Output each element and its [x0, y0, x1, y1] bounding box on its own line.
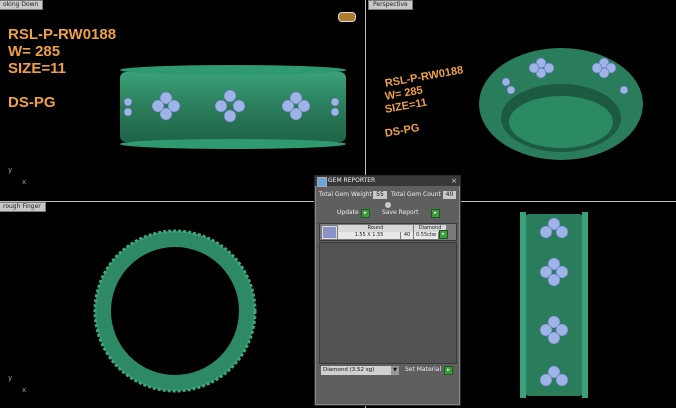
- gem-row-count: 40: [401, 232, 413, 239]
- axis-y-label: y: [8, 166, 13, 174]
- chevron-down-icon[interactable]: ▼: [391, 366, 399, 375]
- gem-table: Round Diamond 1.55 X 1.55 40 0.55ctw ▸: [319, 223, 457, 241]
- axis-x-label-bl: x: [22, 386, 27, 394]
- ring-perspective-view: [479, 48, 643, 160]
- set-material-button[interactable]: ▸: [444, 366, 453, 375]
- gem-reporter-panel: GEM REPORTER × Total Gem Weight 55 Total…: [314, 175, 461, 406]
- gem-row-action-button[interactable]: ▸: [439, 230, 448, 239]
- total-gem-count-label: Total Gem Count: [391, 191, 441, 198]
- axis-y-label-bl: y: [8, 374, 13, 382]
- save-report-label: Save Report: [382, 209, 419, 216]
- gem-row-weight: 0.55ctw: [414, 232, 438, 239]
- total-gem-weight-label: Total Gem Weight: [319, 191, 372, 198]
- material-select-value: Diamond (3.52 sg): [323, 367, 375, 373]
- material-select[interactable]: Diamond (3.52 sg) ▼: [321, 366, 399, 375]
- col-shape-header: Round: [338, 225, 413, 232]
- ring-side-view: [93, 229, 257, 393]
- ring-front-view: [120, 65, 346, 149]
- total-gem-weight-value: 55: [373, 191, 387, 199]
- viewport-top-left[interactable]: oking Down RSL-P-RW0188 W= 285 SIZE=11 D…: [0, 0, 365, 201]
- update-button[interactable]: ▸: [361, 209, 370, 218]
- gem-reporter-title: GEM REPORTER: [328, 177, 376, 184]
- viewport-top-right[interactable]: Perspective RSL-P-RW0188 W= 285 SIZE=11 …: [366, 0, 676, 201]
- gem-reporter-titlebar[interactable]: GEM REPORTER ×: [315, 176, 460, 187]
- gem-row-size: 1.55 X 1.55: [338, 232, 400, 239]
- gem-list-area: [319, 242, 457, 364]
- save-report-button[interactable]: ▸: [431, 209, 440, 218]
- update-label: Update: [337, 209, 359, 216]
- gem-reporter-icon: [317, 177, 327, 187]
- total-gem-count-value: 40: [443, 191, 456, 199]
- set-material-label: Set Material: [405, 366, 442, 373]
- material-bar: Diamond (3.52 sg) ▼ Set Material ▸: [319, 364, 455, 376]
- viewport-bottom-left[interactable]: rough Finger y x: [0, 202, 365, 408]
- close-icon[interactable]: ×: [451, 176, 457, 186]
- panel-collapse-icon[interactable]: [385, 202, 391, 208]
- gem-thumbnail-icon[interactable]: [322, 226, 337, 239]
- axis-x-label: x: [22, 178, 27, 186]
